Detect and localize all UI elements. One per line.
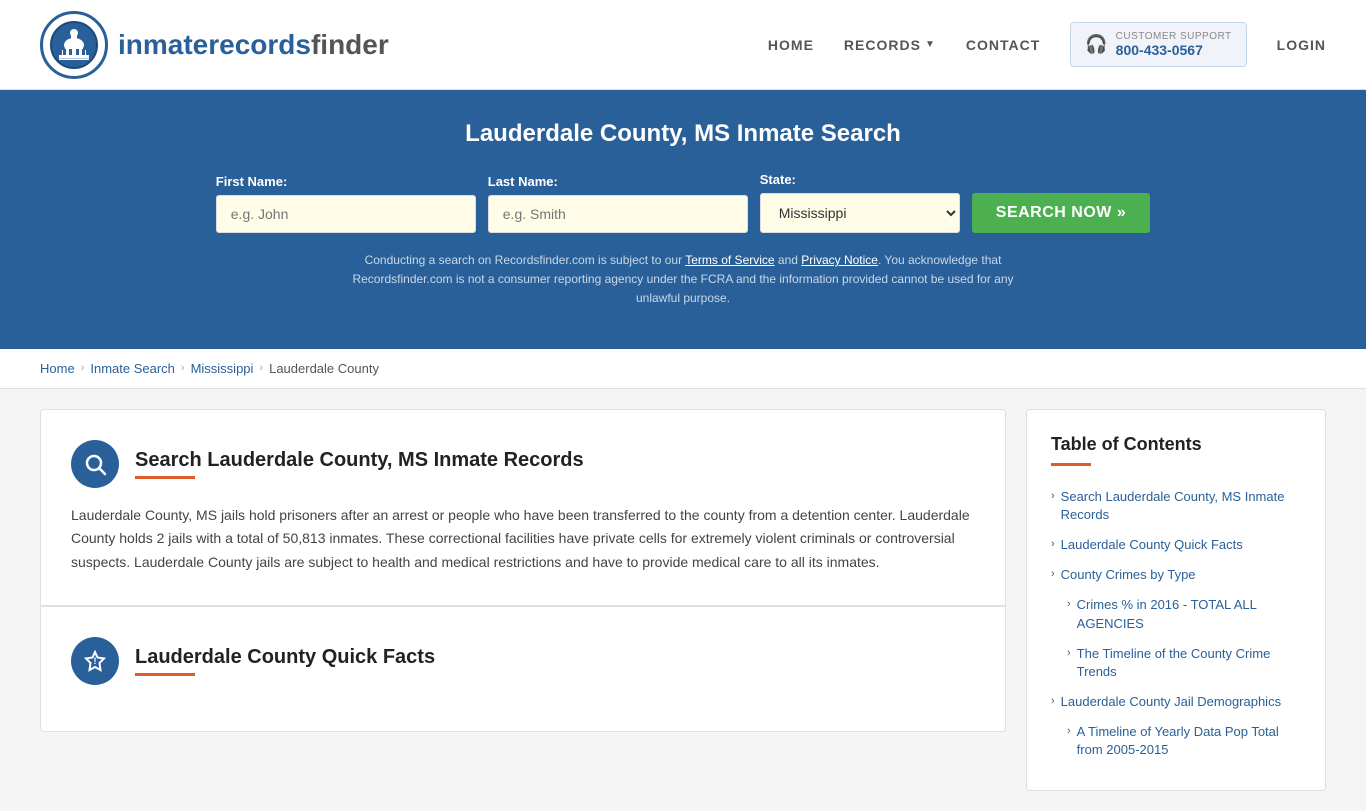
toc-link[interactable]: The Timeline of the County Crime Trends (1077, 645, 1301, 681)
logo[interactable]: inmaterecordsfinder (40, 11, 389, 79)
logo-wordmark: inmaterecordsfinder (118, 29, 389, 61)
sidebar: Table of Contents › Search Lauderdale Co… (1026, 409, 1326, 791)
toc-chevron-icon: › (1051, 538, 1055, 550)
terms-link[interactable]: Terms of Service (685, 253, 774, 267)
main-content: Search Lauderdale County, MS Inmate Reco… (0, 389, 1366, 811)
toc-link[interactable]: Crimes % in 2016 - TOTAL ALL AGENCIES (1077, 596, 1301, 632)
search-now-button[interactable]: SEARCH NOW » (972, 193, 1150, 233)
headset-icon: 🎧 (1085, 34, 1107, 55)
last-name-input[interactable] (488, 195, 748, 233)
privacy-link[interactable]: Privacy Notice (801, 253, 878, 267)
breadcrumb-inmate-search[interactable]: Inmate Search (90, 361, 175, 376)
toc-card: Table of Contents › Search Lauderdale Co… (1026, 409, 1326, 791)
toc-link[interactable]: Search Lauderdale County, MS Inmate Reco… (1061, 488, 1301, 524)
quick-facts-icon: ! (71, 637, 119, 685)
nav-records[interactable]: RECORDS ▼ (844, 37, 936, 53)
search-icon (71, 440, 119, 488)
quick-facts-title: Lauderdale County Quick Facts (135, 646, 435, 669)
content-area: Search Lauderdale County, MS Inmate Reco… (40, 409, 1006, 791)
quick-facts-header: ! Lauderdale County Quick Facts (71, 637, 975, 685)
toc-item: › A Timeline of Yearly Data Pop Total fr… (1051, 717, 1301, 765)
nav-home[interactable]: HOME (768, 37, 814, 53)
svg-text:!: ! (94, 656, 97, 666)
toc-chevron-icon: › (1051, 490, 1055, 502)
search-records-section: Search Lauderdale County, MS Inmate Reco… (40, 409, 1006, 606)
breadcrumb-state[interactable]: Mississippi (191, 361, 254, 376)
toc-link[interactable]: County Crimes by Type (1061, 566, 1196, 584)
breadcrumb-sep-2: › (181, 362, 185, 374)
toc-chevron-icon: › (1067, 598, 1071, 610)
hero-section: Lauderdale County, MS Inmate Search Firs… (0, 90, 1366, 349)
toc-list: › Search Lauderdale County, MS Inmate Re… (1051, 482, 1301, 766)
toc-link[interactable]: Lauderdale County Jail Demographics (1061, 693, 1281, 711)
search-form: First Name: Last Name: State: Mississipp… (40, 172, 1326, 233)
last-name-label: Last Name: (488, 174, 748, 189)
quick-facts-section: ! Lauderdale County Quick Facts (40, 606, 1006, 732)
toc-item: › Lauderdale County Jail Demographics (1051, 687, 1301, 717)
toc-item: › Lauderdale County Quick Facts (1051, 530, 1301, 560)
first-name-input[interactable] (216, 195, 476, 233)
support-label: CUSTOMER SUPPORT (1116, 31, 1232, 42)
search-section-header: Search Lauderdale County, MS Inmate Reco… (71, 440, 975, 488)
breadcrumb-current: Lauderdale County (269, 361, 379, 376)
breadcrumb: Home › Inmate Search › Mississippi › Lau… (0, 349, 1366, 389)
state-label: State: (760, 172, 960, 187)
toc-link[interactable]: A Timeline of Yearly Data Pop Total from… (1077, 723, 1301, 759)
search-section-body: Lauderdale County, MS jails hold prisone… (71, 504, 975, 575)
toc-link[interactable]: Lauderdale County Quick Facts (1061, 536, 1243, 554)
toc-item: › County Crimes by Type (1051, 560, 1301, 590)
state-select[interactable]: Mississippi Alabama Alaska Arizona Calif… (760, 193, 960, 233)
login-button[interactable]: LOGIN (1277, 37, 1326, 53)
chevron-down-icon: ▼ (925, 39, 936, 50)
support-number: 800-433-0567 (1116, 42, 1232, 58)
search-section-title: Search Lauderdale County, MS Inmate Reco… (135, 449, 584, 472)
first-name-label: First Name: (216, 174, 476, 189)
toc-item: › Search Lauderdale County, MS Inmate Re… (1051, 482, 1301, 530)
toc-item: › Crimes % in 2016 - TOTAL ALL AGENCIES (1051, 590, 1301, 638)
quick-facts-underline (135, 673, 195, 676)
breadcrumb-sep-3: › (259, 362, 263, 374)
breadcrumb-sep-1: › (81, 362, 85, 374)
breadcrumb-home[interactable]: Home (40, 361, 75, 376)
toc-chevron-icon: › (1051, 568, 1055, 580)
site-header: inmaterecordsfinder HOME RECORDS ▼ CONTA… (0, 0, 1366, 90)
main-nav: HOME RECORDS ▼ CONTACT 🎧 CUSTOMER SUPPOR… (768, 22, 1326, 67)
customer-support-button[interactable]: 🎧 CUSTOMER SUPPORT 800-433-0567 (1070, 22, 1246, 67)
hero-title: Lauderdale County, MS Inmate Search (40, 120, 1326, 148)
search-section-underline (135, 476, 195, 479)
toc-chevron-icon: › (1051, 695, 1055, 707)
last-name-group: Last Name: (488, 174, 748, 233)
toc-chevron-icon: › (1067, 647, 1071, 659)
toc-divider (1051, 463, 1091, 466)
first-name-group: First Name: (216, 174, 476, 233)
nav-contact[interactable]: CONTACT (966, 37, 1040, 53)
state-group: State: Mississippi Alabama Alaska Arizon… (760, 172, 960, 233)
toc-chevron-icon: › (1067, 725, 1071, 737)
logo-icon (40, 11, 108, 79)
hero-disclaimer: Conducting a search on Recordsfinder.com… (333, 251, 1033, 309)
toc-title: Table of Contents (1051, 434, 1301, 455)
toc-item: › The Timeline of the County Crime Trend… (1051, 639, 1301, 687)
